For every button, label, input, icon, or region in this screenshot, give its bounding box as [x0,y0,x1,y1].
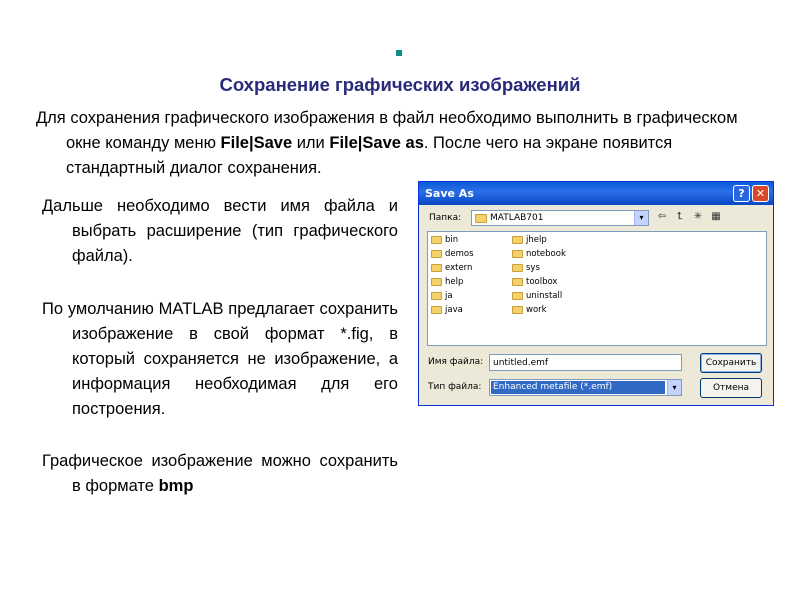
view-menu-icon[interactable]: ▦ [709,210,723,224]
up-folder-icon[interactable]: ⮤ [673,210,687,224]
dialog-titlebar: Save As ? ✕ [419,182,773,205]
intro-menu-save-as: File|Save as [329,134,424,152]
folder-name: java [445,305,463,315]
folder-icon [431,277,442,286]
list-item[interactable]: demos [431,249,474,262]
folder-icon [512,263,523,272]
bullet-dot [396,50,402,56]
bmp-format: bmp [158,477,194,495]
list-item[interactable]: extern [431,263,472,276]
list-item[interactable]: toolbox [512,277,557,290]
list-item[interactable]: sys [512,263,540,276]
slide-title: Сохранение графических изображений [219,74,581,95]
intro-menu-save: File|Save [220,134,293,152]
intro-text-2: или [292,134,330,152]
folder-name: work [526,305,547,315]
folder-name: demos [445,249,474,259]
folder-name: toolbox [526,277,558,287]
list-item[interactable]: ja [431,291,453,304]
file-type-select[interactable]: Enhanced metafile (*.emf) ▾ [489,379,682,396]
save-button[interactable]: Сохранить [700,353,762,373]
chevron-down-icon[interactable]: ▾ [667,380,681,395]
list-item[interactable]: bin [431,235,458,248]
help-button[interactable]: ? [733,185,750,202]
chevron-down-icon[interactable]: ▾ [634,211,648,225]
folder-icon [431,305,442,314]
paragraph-bmp: Графическое изображение можно сохранить … [42,449,398,499]
folder-icon [512,291,523,300]
paragraph-file-name: Дальше необходимо вести имя файла и выбр… [42,197,398,265]
file-type-value: Enhanced metafile (*.emf) [491,381,665,394]
save-as-dialog: Save As ? ✕ Папка: MATLAB701 ▾ ⇦ ⮤ ✳ ▦ b… [418,181,774,406]
close-button[interactable]: ✕ [752,185,769,202]
folder-name: help [445,277,464,287]
bmp-text: Графическое изображение можно сохранить … [42,452,398,495]
folder-name: notebook [526,249,566,259]
folder-icon [475,214,487,223]
list-item[interactable]: notebook [512,249,566,262]
list-item[interactable]: jhelp [512,235,547,248]
folder-icon [431,235,442,244]
folder-icon [431,291,442,300]
folder-name: ja [445,291,453,301]
file-name-input[interactable]: untitled.emf [489,354,682,371]
file-type-label: Тип файла: [428,382,482,392]
folder-icon [512,235,523,244]
list-item[interactable]: uninstall [512,291,562,304]
folder-name: jhelp [526,235,547,245]
file-list[interactable]: bin demos extern help ja java jhelp note… [427,231,767,346]
look-in-label: Папка: [429,213,462,223]
folder-icon [512,249,523,258]
list-item[interactable]: java [431,305,463,318]
folder-icon [512,277,523,286]
look-in-dropdown[interactable]: MATLAB701 ▾ [471,210,649,226]
dialog-title: Save As [425,187,474,200]
new-folder-icon[interactable]: ✳ [691,210,705,224]
cancel-button[interactable]: Отмена [700,378,762,398]
folder-name: extern [445,263,473,273]
back-icon[interactable]: ⇦ [655,210,669,224]
dialog-toolbar: ⇦ ⮤ ✳ ▦ [655,210,723,224]
paragraph-default-format: По умолчанию MATLAB предлагает сохранить… [42,300,398,418]
intro-paragraph: Для сохранения графического изображения … [36,106,776,181]
folder-name: bin [445,235,459,245]
list-item[interactable]: help [431,277,463,290]
folder-icon [512,305,523,314]
folder-name: uninstall [526,291,563,301]
file-name-label: Имя файла: [428,357,484,367]
folder-icon [431,263,442,272]
list-item[interactable]: work [512,305,547,318]
folder-icon [431,249,442,258]
folder-name: sys [526,263,540,273]
look-in-value: MATLAB701 [490,213,544,223]
